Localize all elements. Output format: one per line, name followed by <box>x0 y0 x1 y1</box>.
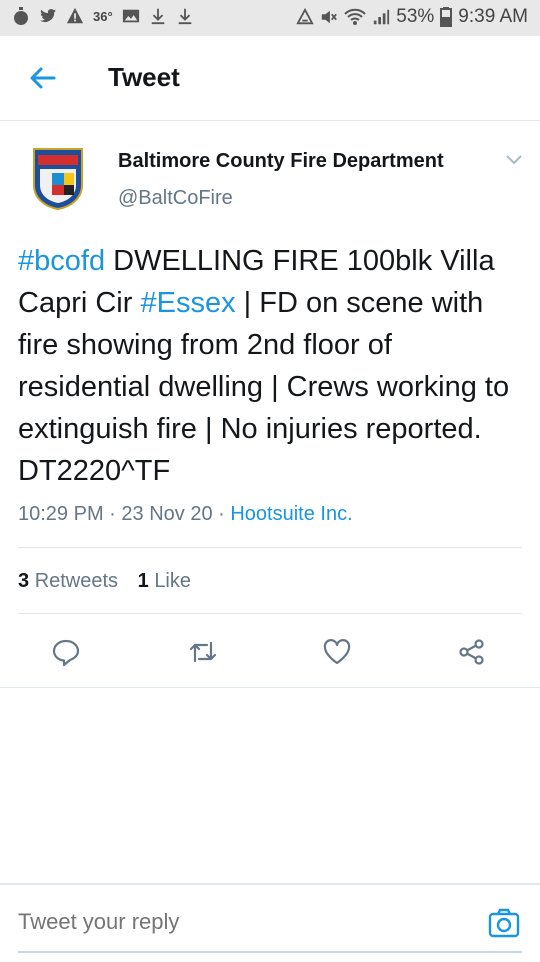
like-icon <box>323 639 351 665</box>
camera-icon[interactable] <box>488 907 520 939</box>
tweet-source-link[interactable]: Hootsuite Inc. <box>230 503 352 525</box>
hashtag-essex[interactable]: #Essex <box>140 287 235 319</box>
page-title: Tweet <box>108 62 180 92</box>
share-icon <box>459 639 484 665</box>
battery-icon <box>440 7 453 27</box>
status-bar: 36° 53% 9:39 AM <box>0 0 540 36</box>
tweet-text: #bcofd DWELLING FIRE 100blk Villa Capri … <box>18 240 528 492</box>
likes-stat[interactable]: 1 Like <box>138 570 191 593</box>
divider <box>18 547 522 548</box>
temperature-text: 36° <box>93 8 113 24</box>
share-button[interactable] <box>452 632 492 672</box>
download-icon <box>151 8 164 25</box>
tweet-stats: 3 Retweets 1 Like <box>18 570 205 593</box>
image-icon <box>122 9 139 23</box>
download-icon <box>178 8 191 25</box>
retweet-label: Retweets <box>34 570 119 592</box>
reply-icon <box>52 639 80 667</box>
like-count: 1 <box>137 570 149 592</box>
warning-icon <box>66 7 84 24</box>
arrow-left-icon[interactable] <box>28 64 56 92</box>
mute-icon <box>322 10 338 24</box>
hashtag-bcofd[interactable]: #bcofd <box>18 245 105 277</box>
reply-bar <box>0 883 540 962</box>
like-button[interactable] <box>317 632 357 672</box>
divider <box>18 613 522 614</box>
reply-input-underline <box>18 951 522 953</box>
tweet-actions <box>0 632 540 672</box>
retweet-button[interactable] <box>183 632 223 672</box>
chevron-down-icon[interactable] <box>504 152 524 168</box>
battery-percent: 53% <box>396 6 435 27</box>
retweets-stat[interactable]: 3 Retweets <box>18 570 118 593</box>
meta-separator: · <box>212 503 231 525</box>
clock: 9:39 AM <box>458 6 528 27</box>
divider <box>0 687 540 688</box>
tweet-date: 23 Nov 20 <box>121 503 213 525</box>
retweet-icon <box>189 641 217 663</box>
app-bar: Tweet <box>0 36 540 121</box>
like-label: Like <box>154 570 192 592</box>
status-bar-left: 36° <box>12 6 194 26</box>
timer-icon <box>14 7 28 25</box>
author-handle[interactable]: @BaltCoFire <box>118 187 233 210</box>
author-name[interactable]: Baltimore County Fire Department <box>118 150 444 173</box>
tweet-time: 10:29 PM <box>18 503 104 525</box>
signal-icon <box>374 9 390 25</box>
retweet-count: 3 <box>18 570 30 592</box>
wifi-icon <box>344 8 366 25</box>
twitter-bird-icon <box>39 9 57 22</box>
tweet-meta: 10:29 PM · 23 Nov 20 · Hootsuite Inc. <box>18 503 353 526</box>
reply-input[interactable] <box>18 909 458 935</box>
avatar[interactable] <box>30 147 86 211</box>
data-saver-icon <box>296 7 314 25</box>
status-bar-right: 53% 9:39 AM <box>296 6 528 28</box>
meta-separator: · <box>103 503 122 525</box>
reply-button[interactable] <box>46 632 86 672</box>
